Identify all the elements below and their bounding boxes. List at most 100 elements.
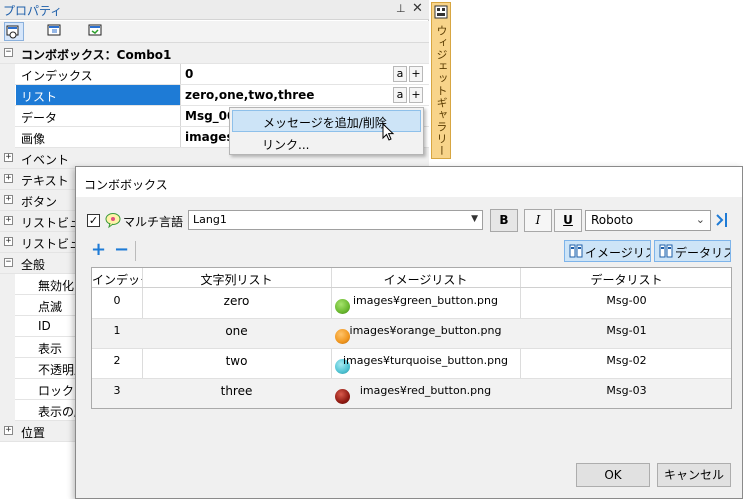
property-value-index[interactable]: 0	[185, 67, 193, 81]
section-event-label: イベント	[21, 153, 70, 167]
toolbar-separator	[135, 241, 136, 261]
row-gutter	[0, 274, 15, 295]
chevron-down-icon: ⌄	[695, 213, 705, 226]
widget-gallery-tab[interactable]: ウィジェットギャラリー	[431, 2, 451, 159]
underline-button[interactable]: U	[554, 209, 582, 232]
data-list-toggle-label: データリスト	[675, 246, 730, 260]
expand-toggle[interactable]: +	[4, 216, 13, 225]
cell-image[interactable]: images¥turquoise_button.png	[331, 354, 520, 367]
expand-right-icon[interactable]	[714, 211, 730, 229]
row-gutter	[0, 358, 15, 379]
grid-header: インデックス 文字列リスト イメージリスト データリスト	[92, 268, 731, 288]
dialog-title: コンボボックス	[84, 178, 168, 192]
close-icon[interactable]: ✕	[412, 1, 423, 16]
speech-bubble-icon	[105, 213, 121, 229]
language-select-value: Lang1	[193, 213, 227, 226]
row-gutter	[0, 106, 15, 127]
section-combobox-label: コンボボックス：Combo1	[21, 48, 172, 62]
pin-icon[interactable]: ⊥	[396, 2, 406, 15]
section-position-label: 位置	[21, 426, 46, 440]
cell-index[interactable]: 1	[92, 324, 142, 337]
table-row[interactable]: 2 two images¥turquoise_button.png Msg-02	[92, 349, 731, 379]
table-row[interactable]: 0 zero images¥green_button.png Msg-00	[92, 289, 731, 319]
section-general-label: 全般	[21, 258, 46, 272]
property-value-list[interactable]: zero,one,two,three	[185, 88, 314, 102]
mouse-cursor-icon	[382, 123, 395, 141]
property-name-index: インデックス	[16, 64, 181, 84]
image-list-toggle[interactable]: イメージリスト	[564, 240, 651, 262]
cell-image[interactable]: images¥red_button.png	[331, 384, 520, 397]
data-list-toggle[interactable]: データリスト	[654, 240, 731, 262]
section-combobox[interactable]: − コンボボックス：Combo1	[0, 43, 429, 64]
section-text-label: テキスト	[21, 174, 69, 188]
cell-index[interactable]: 0	[92, 294, 142, 307]
column-header-image-list[interactable]: イメージリスト	[331, 271, 520, 288]
dialog-titlebar: コンボボックス	[76, 167, 742, 197]
section-button-label: ボタン	[21, 195, 58, 209]
italic-button[interactable]: I	[524, 209, 552, 232]
property-value-image[interactable]: images	[185, 130, 234, 144]
font-select[interactable]: Roboto ⌄	[585, 210, 711, 231]
expand-toggle[interactable]: +	[4, 153, 13, 162]
cell-string[interactable]: three	[142, 384, 331, 398]
add-row-button[interactable]: +	[91, 241, 106, 259]
cell-data[interactable]: Msg-01	[520, 324, 731, 337]
property-value-data[interactable]: Msg_00	[185, 109, 235, 123]
row-gutter	[0, 337, 15, 358]
expand-toggle[interactable]: +	[4, 426, 13, 435]
property-name-image: 画像	[16, 127, 181, 147]
row-gutter	[0, 295, 15, 316]
row-gutter	[0, 64, 15, 85]
event-view-icon[interactable]	[45, 22, 65, 41]
cancel-button[interactable]: キャンセル	[657, 463, 731, 487]
property-name-list: リスト	[16, 85, 181, 105]
plus-button[interactable]: +	[409, 66, 423, 82]
a-button[interactable]: a	[393, 66, 407, 82]
cell-string[interactable]: two	[142, 354, 331, 368]
cell-index[interactable]: 3	[92, 384, 142, 397]
row-gutter	[0, 379, 15, 400]
property-view-icon[interactable]	[4, 22, 24, 41]
list-grid: インデックス 文字列リスト イメージリスト データリスト 0 zero imag…	[91, 267, 732, 409]
bold-button[interactable]: B	[490, 209, 518, 232]
language-select[interactable]: Lang1 ▼	[188, 210, 483, 230]
column-header-data-list[interactable]: データリスト	[520, 271, 731, 288]
expand-toggle[interactable]: +	[4, 237, 13, 246]
expand-toggle[interactable]: +	[4, 174, 13, 183]
row-gutter	[0, 85, 15, 106]
cell-data[interactable]: Msg-03	[520, 384, 731, 397]
table-row[interactable]: 1 one images¥orange_button.png Msg-01	[92, 319, 731, 349]
property-name-data: データ	[16, 106, 181, 126]
font-select-value: Roboto	[591, 213, 634, 227]
link-view-icon[interactable]	[86, 22, 106, 41]
collapse-toggle[interactable]: −	[4, 48, 13, 57]
a-button[interactable]: a	[393, 87, 407, 103]
gallery-icon	[434, 5, 448, 19]
row-gutter	[0, 127, 15, 148]
properties-titlebar: プロパティ ⊥ ✕	[0, 0, 429, 20]
image-list-icon	[569, 244, 583, 258]
ok-button[interactable]: OK	[576, 463, 650, 487]
column-header-string-list[interactable]: 文字列リスト	[142, 271, 331, 288]
collapse-toggle[interactable]: −	[4, 258, 13, 267]
data-list-icon	[659, 244, 673, 258]
properties-title: プロパティ	[3, 4, 63, 18]
property-row-index[interactable]: インデックス 0 a +	[0, 64, 429, 85]
expand-toggle[interactable]: +	[4, 195, 13, 204]
row-gutter	[0, 316, 15, 337]
cell-string[interactable]: zero	[142, 294, 331, 308]
table-row[interactable]: 3 three images¥red_button.png Msg-03	[92, 379, 731, 408]
plus-button[interactable]: +	[409, 87, 423, 103]
cell-data[interactable]: Msg-02	[520, 354, 731, 367]
cell-index[interactable]: 2	[92, 354, 142, 367]
widget-gallery-label: ウィジェットギャラリー	[435, 25, 448, 157]
cell-image[interactable]: images¥green_button.png	[331, 294, 520, 307]
multi-language-checkbox[interactable]: ✓	[87, 214, 100, 227]
cell-image[interactable]: images¥orange_button.png	[331, 324, 520, 337]
remove-row-button[interactable]: −	[114, 241, 129, 259]
property-row-list[interactable]: リスト zero,one,two,three a +	[0, 85, 429, 106]
column-header-index[interactable]: インデックス	[92, 271, 142, 288]
cell-data[interactable]: Msg-00	[520, 294, 731, 307]
dropdown-arrow-icon: ▼	[471, 214, 478, 224]
cell-string[interactable]: one	[142, 324, 331, 338]
